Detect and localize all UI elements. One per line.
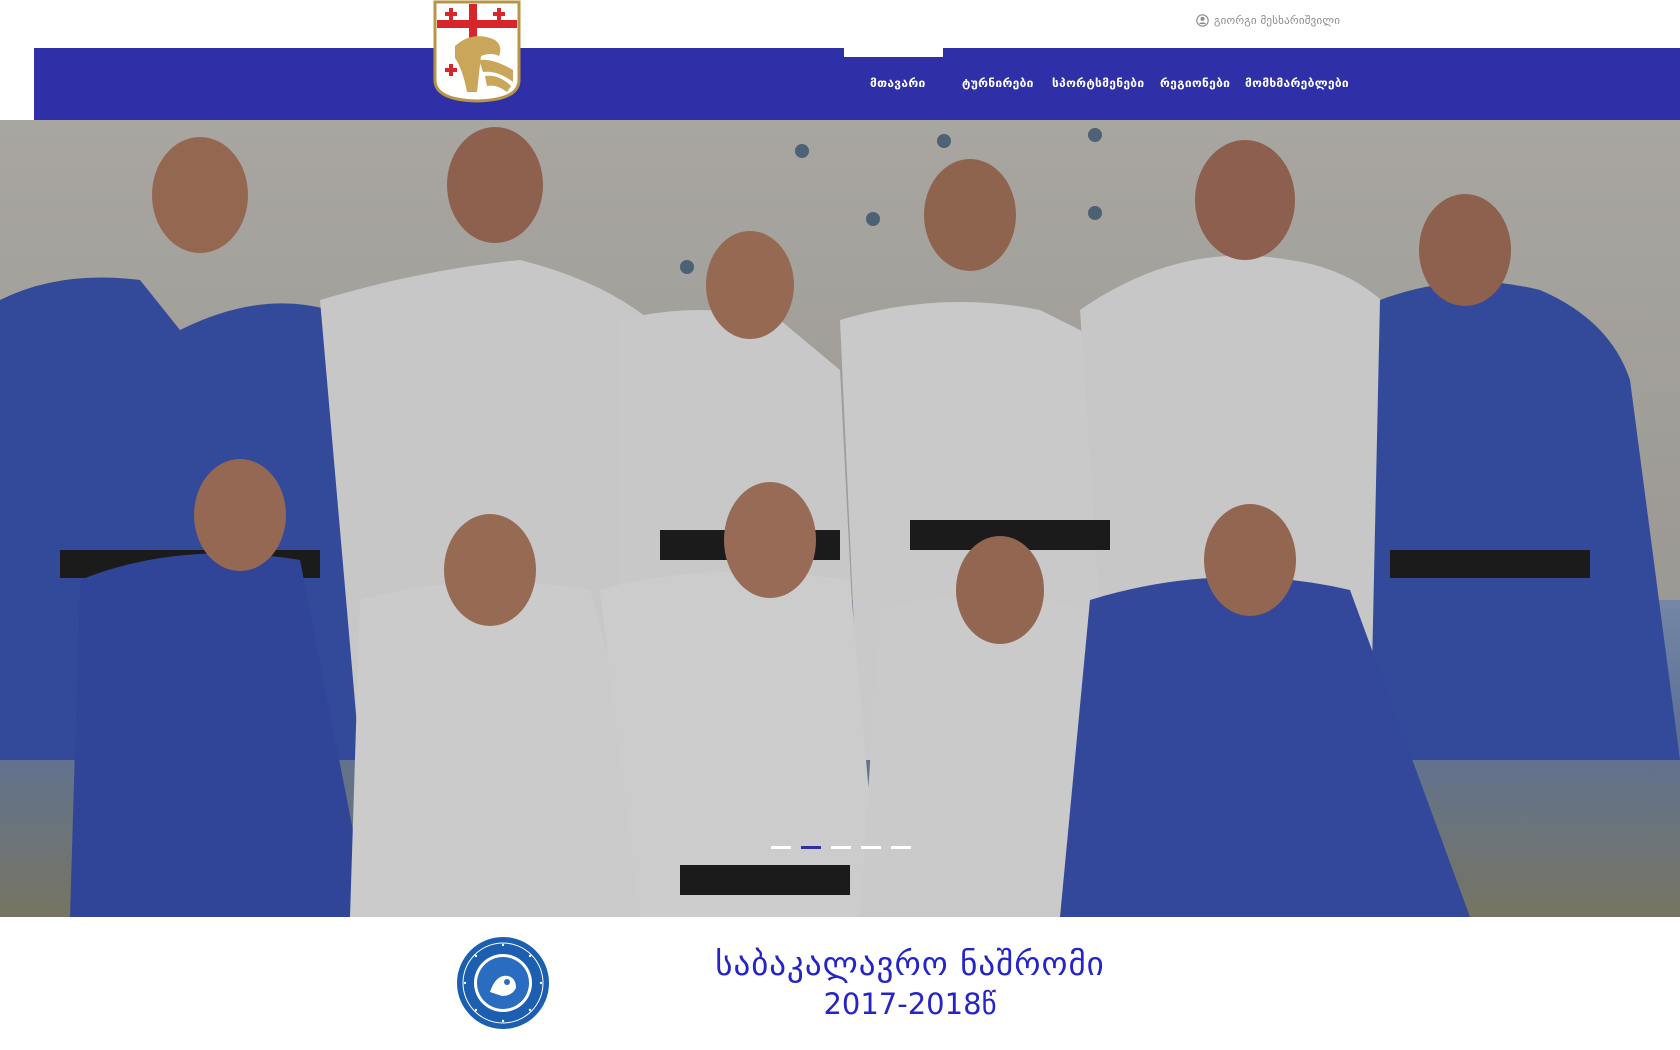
- user-name[interactable]: გიორგი მესხარიშვილი: [1214, 14, 1340, 27]
- slider-dot-2[interactable]: [801, 846, 821, 849]
- slider-dot-4[interactable]: [861, 846, 881, 849]
- hero-slider-image: [0, 120, 1680, 917]
- university-seal-icon: [457, 937, 549, 1029]
- user-profile-link[interactable]: გიორგი მესხარიშვილი: [1196, 14, 1340, 27]
- main-navbar: [34, 48, 1680, 120]
- thesis-title: საბაკალავრო ნაშრომი: [715, 944, 1105, 983]
- federation-logo-icon[interactable]: [433, 0, 521, 103]
- nav-active-indicator: [844, 48, 943, 57]
- thesis-year: 2017-2018წ: [823, 987, 997, 1021]
- slider-dot-1[interactable]: [771, 846, 791, 849]
- hero-overlay: [0, 120, 1680, 917]
- nav-item-users[interactable]: მომხმარებლები: [1245, 76, 1349, 90]
- nav-item-regions[interactable]: რეგიონები: [1160, 76, 1230, 90]
- top-bar: [0, 0, 1680, 48]
- slider-pagination: [771, 846, 911, 849]
- user-icon: [1196, 14, 1209, 27]
- nav-item-home[interactable]: მთავარი: [870, 76, 926, 90]
- slider-dot-3[interactable]: [831, 846, 851, 849]
- nav-item-tournaments[interactable]: ტურნირები: [962, 76, 1034, 90]
- slider-dot-5[interactable]: [891, 846, 911, 849]
- nav-item-athletes[interactable]: სპორტსმენები: [1052, 76, 1144, 90]
